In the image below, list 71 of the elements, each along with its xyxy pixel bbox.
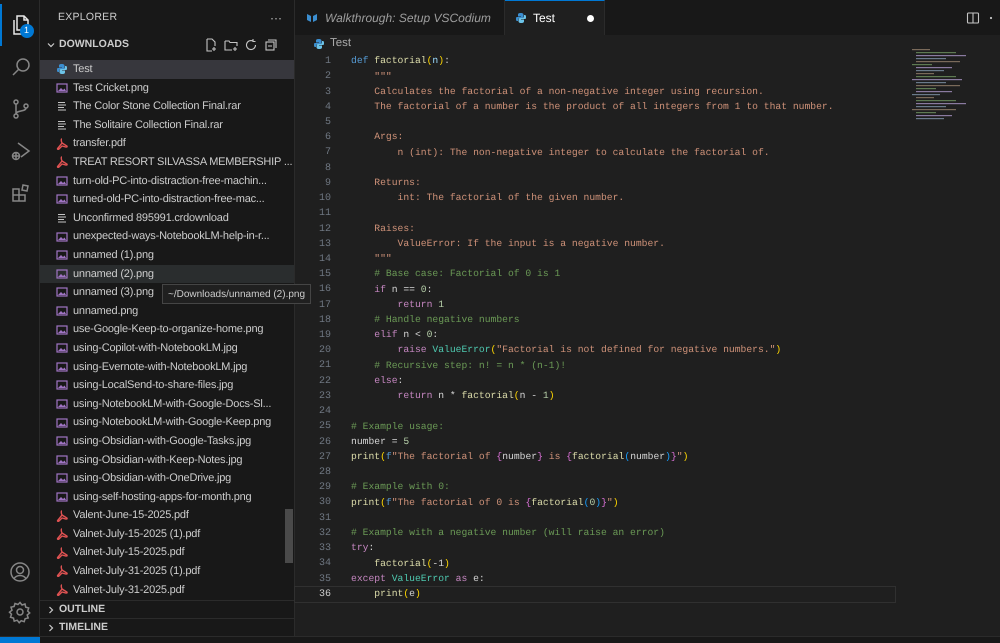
code-line: Returns: (373, 176, 421, 190)
code-line: raise ValueError("Factorial is not defined for negative numbers.") (396, 343, 782, 358)
line-number: 6 (324, 131, 331, 146)
line-number: 8 (324, 162, 331, 176)
line-number: 35 (318, 572, 331, 587)
code-line: # Base case: Factorial of 0 is 1 (373, 267, 560, 282)
code-line: Raises: (373, 222, 415, 236)
section-title: DOWNLOADS (59, 37, 129, 52)
code-line: try: (351, 541, 374, 556)
line-number: 34 (318, 557, 331, 572)
line-number: 14 (318, 252, 331, 267)
code-line: Args: (373, 130, 404, 144)
tooltip: ~/Downloads/unnamed (2).png (162, 284, 312, 304)
line-number: 19 (318, 329, 331, 344)
line-number: 27 (318, 450, 331, 465)
line-number: 10 (318, 192, 331, 206)
line-number: 7 (324, 146, 331, 160)
line-number: 18 (318, 314, 331, 328)
line-number: 28 (318, 466, 331, 480)
code-line: # Example with a negative number (will raise an error) (351, 526, 665, 540)
code-line: def factorial(n): (351, 54, 450, 68)
code-line: The factorial of a number is the product of all integers from 1 to that number. (373, 100, 834, 114)
line-number: 3 (324, 86, 331, 100)
code-line: # Example usage: (351, 420, 444, 434)
code-line: elif n < 0: (373, 328, 438, 342)
line-number: 4 (324, 100, 331, 115)
line-number: 5 (324, 116, 331, 130)
line-number: 33 (318, 542, 331, 556)
code-line: n (int): The non-negative integer to calculate the factorial of. (396, 146, 770, 160)
line-number: 29 (318, 481, 331, 496)
line-number: 31 (318, 512, 331, 526)
line-number: 15 (318, 268, 331, 282)
line-number: 25 (318, 420, 331, 434)
line-number: 30 (318, 496, 331, 510)
line-number: 21 (318, 359, 331, 374)
line-number: 26 (318, 436, 331, 450)
code-line: # Recursive step: n! = n * (n-1)! (373, 358, 566, 373)
code-line: int: The factorial of the given number. (396, 191, 624, 206)
code-line: print(e) (373, 586, 421, 601)
code-line: return 1 (396, 298, 444, 312)
notification-badge: 1 (20, 24, 34, 38)
line-number: 11 (318, 207, 331, 222)
code-line: """ (373, 70, 392, 84)
code-line: """ (373, 252, 392, 266)
section-title: TIMELINE (59, 620, 108, 635)
line-number: 20 (318, 344, 331, 358)
line-number: 24 (318, 405, 331, 420)
code-line: factorial(-1) (373, 556, 450, 571)
line-number: 36 (318, 588, 331, 602)
line-number: 13 (318, 238, 331, 252)
code-line: else: (373, 374, 404, 388)
code-line: print(f"The factorial of 0 is {factorial(0)}") (351, 496, 619, 510)
code-line: number = 5 (351, 434, 410, 449)
code-line: # Example with 0: (351, 480, 450, 494)
code-line: print(f"The factorial of {number} is {factorial(number)}") (351, 450, 688, 464)
code-line: if n == 0: (373, 282, 432, 297)
section-title: OUTLINE (59, 602, 106, 617)
code-line: Calculates the factorial of a non-negative integer using recursion. (373, 84, 764, 99)
line-number: 23 (318, 390, 331, 404)
line-number: 2 (324, 70, 331, 84)
line-number: 9 (324, 176, 331, 191)
sidebar-title: EXPLORER (58, 10, 118, 26)
line-number: 22 (318, 374, 331, 389)
code-line: return n * factorial(n - 1) (396, 389, 555, 404)
line-number: 1 (324, 55, 331, 70)
line-number: 32 (318, 526, 331, 541)
line-number: 12 (318, 222, 331, 237)
code-line: ValueError: If the input is a negative number. (396, 236, 665, 251)
line-number: 17 (318, 298, 331, 313)
code-line: # Handle negative numbers (373, 313, 520, 328)
code-line: except ValueError as e: (351, 572, 485, 586)
